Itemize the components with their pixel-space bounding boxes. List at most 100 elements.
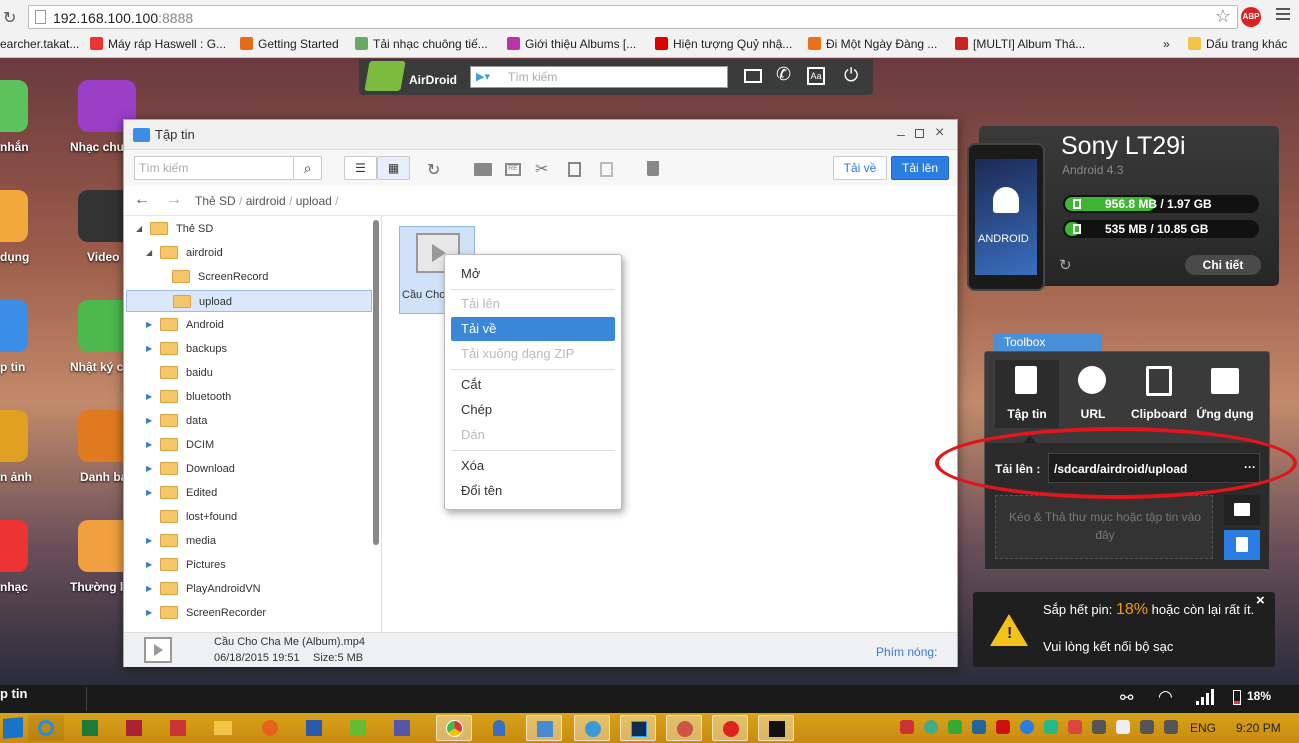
tree-item[interactable]: ▶ PlayAndroidVN: [126, 578, 372, 600]
tree-item[interactable]: ScreenRecord: [126, 266, 372, 288]
hotkeys-link[interactable]: Phím nóng:: [876, 645, 937, 659]
drop-zone[interactable]: Kéo & Thả thư mục hoặc tập tin vào đây: [995, 495, 1213, 559]
tree-item[interactable]: ▶ Download: [126, 458, 372, 480]
tree-item[interactable]: ▶ DCIM: [126, 434, 372, 456]
trash-icon[interactable]: [647, 161, 659, 176]
bookmark-item[interactable]: Getting Started: [240, 37, 339, 51]
font-icon[interactable]: Aa: [807, 67, 825, 85]
back-arrow-icon[interactable]: ←: [134, 191, 150, 209]
taskbar-app7[interactable]: [666, 715, 702, 741]
context-menu-item[interactable]: Xóa: [461, 458, 484, 473]
taskbar-app5[interactable]: [526, 715, 562, 741]
bookmark-item[interactable]: earcher.takat...: [0, 37, 79, 51]
collapsed-arrow-icon[interactable]: ▶: [146, 320, 152, 329]
taskbar-photoshop[interactable]: [620, 715, 656, 741]
collapsed-arrow-icon[interactable]: ▶: [146, 560, 152, 569]
taskbar-ie[interactable]: [28, 715, 64, 741]
bookmark-item[interactable]: Đi Một Ngày Đàng ...: [808, 37, 937, 51]
upload-button[interactable]: Tải lên: [891, 156, 949, 180]
address-bar[interactable]: 192.168.100.100:8888 ☆: [28, 5, 1238, 29]
collapsed-arrow-icon[interactable]: ▶: [146, 344, 152, 353]
bookmark-item[interactable]: Tải nhạc chuông tiế...: [355, 37, 488, 51]
breadcrumb-item[interactable]: upload: [296, 194, 332, 208]
bookmark-item[interactable]: Máy ráp Haswell : G...: [90, 37, 226, 51]
collapsed-arrow-icon[interactable]: ▶: [146, 464, 152, 473]
details-button[interactable]: Chi tiết: [1185, 255, 1261, 275]
context-menu-item[interactable]: Chép: [461, 402, 492, 417]
taskbar-word[interactable]: [296, 715, 332, 741]
desktop-app-icon[interactable]: [0, 190, 28, 242]
toolbox-url-tab[interactable]: URL: [1061, 360, 1125, 428]
maximize-icon[interactable]: [915, 129, 924, 138]
search-icon[interactable]: ⌕: [293, 156, 322, 180]
list-view-icon[interactable]: ☰: [344, 156, 377, 180]
tree-item[interactable]: ▶ media: [126, 530, 372, 552]
taskbar-app[interactable]: [160, 715, 196, 741]
taskbar-film[interactable]: [116, 715, 152, 741]
reload-icon[interactable]: ↻: [3, 8, 16, 28]
context-menu-item[interactable]: Cắt: [461, 377, 481, 392]
clock[interactable]: 9:20 PM: [1236, 721, 1281, 735]
tree-item[interactable]: ▶ ScreenRecorder: [126, 602, 372, 624]
collapsed-arrow-icon[interactable]: ▶: [146, 608, 152, 617]
breadcrumb-item[interactable]: airdroid: [246, 194, 286, 208]
tree-item[interactable]: ▶ Edited: [126, 482, 372, 504]
app-search-input[interactable]: ▶▾ Tìm kiếm: [470, 66, 728, 88]
bookmarks-more-button[interactable]: »: [1163, 37, 1170, 51]
tree-item[interactable]: ▶ Android: [126, 314, 372, 336]
tree-item[interactable]: upload: [126, 290, 372, 312]
expanded-arrow-icon[interactable]: ◢: [136, 224, 142, 233]
desktop-app-icon[interactable]: [0, 300, 28, 352]
context-menu-item[interactable]: Tải về: [451, 317, 615, 341]
taskbar-excel[interactable]: [72, 715, 108, 741]
tree-item[interactable]: baidu: [126, 362, 372, 384]
bookmark-item[interactable]: Giới thiệu Albums [...: [507, 37, 636, 51]
upload-file-button[interactable]: [1224, 530, 1260, 560]
taskbar-chrome[interactable]: [436, 715, 472, 741]
bookmark-item[interactable]: [MULTI] Album Thá...: [955, 37, 1085, 51]
cut-icon[interactable]: ✂: [535, 159, 548, 179]
minimize-icon[interactable]: –: [897, 126, 905, 142]
taskbar-explorer[interactable]: [204, 715, 240, 741]
taskbar-app8[interactable]: [712, 715, 748, 741]
collapsed-arrow-icon[interactable]: ▶: [146, 536, 152, 545]
rename-icon[interactable]: RE: [505, 163, 521, 176]
message-icon[interactable]: [744, 69, 762, 83]
other-bookmarks[interactable]: Dấu trang khác: [1188, 37, 1287, 51]
star-icon[interactable]: ☆: [1215, 6, 1231, 27]
taskbar-app3[interactable]: [384, 715, 420, 741]
collapsed-arrow-icon[interactable]: ▶: [146, 584, 152, 593]
toolbox-files-tab[interactable]: Tập tin: [995, 360, 1059, 428]
tree-item[interactable]: lost+found: [126, 506, 372, 528]
desktop-app-icon[interactable]: [0, 520, 28, 572]
tree-item[interactable]: ▶ backups: [126, 338, 372, 360]
collapsed-arrow-icon[interactable]: ▶: [146, 440, 152, 449]
grid-view-icon[interactable]: ▦: [377, 156, 410, 180]
tree-item[interactable]: ◢ airdroid: [126, 242, 372, 264]
refresh-icon[interactable]: ↻: [427, 160, 440, 180]
refresh-device-icon[interactable]: ↻: [1059, 256, 1072, 274]
taskbar-firefox[interactable]: [252, 715, 288, 741]
desktop-app-icon[interactable]: [0, 80, 28, 132]
download-button[interactable]: Tải về: [833, 156, 887, 180]
toolbox-apps-tab[interactable]: Ứng dụng: [1193, 360, 1257, 428]
context-menu-item[interactable]: Mở: [461, 266, 480, 281]
file-search-input[interactable]: Tìm kiếm: [134, 156, 294, 180]
taskbar-cmd[interactable]: [758, 715, 794, 741]
toolbox-clipboard-tab[interactable]: Clipboard: [1127, 360, 1191, 428]
notification-close-icon[interactable]: ×: [1256, 592, 1265, 609]
power-icon[interactable]: ⏻: [844, 65, 858, 86]
start-icon[interactable]: [3, 717, 23, 739]
tree-item[interactable]: ▶ Pictures: [126, 554, 372, 576]
context-menu-item[interactable]: Đổi tên: [461, 483, 502, 498]
input-language[interactable]: ENG: [1190, 721, 1216, 735]
taskbar-app2[interactable]: [340, 715, 376, 741]
upload-folder-button[interactable]: [1224, 495, 1260, 525]
tree-scrollbar[interactable]: [373, 220, 379, 545]
menu-icon[interactable]: [1276, 8, 1290, 20]
tree-item[interactable]: ▶ bluetooth: [126, 386, 372, 408]
window-titlebar[interactable]: Tập tin – ×: [124, 120, 957, 150]
close-icon[interactable]: ×: [935, 124, 944, 142]
collapsed-arrow-icon[interactable]: ▶: [146, 392, 152, 401]
adblock-icon[interactable]: ABP: [1241, 7, 1261, 27]
